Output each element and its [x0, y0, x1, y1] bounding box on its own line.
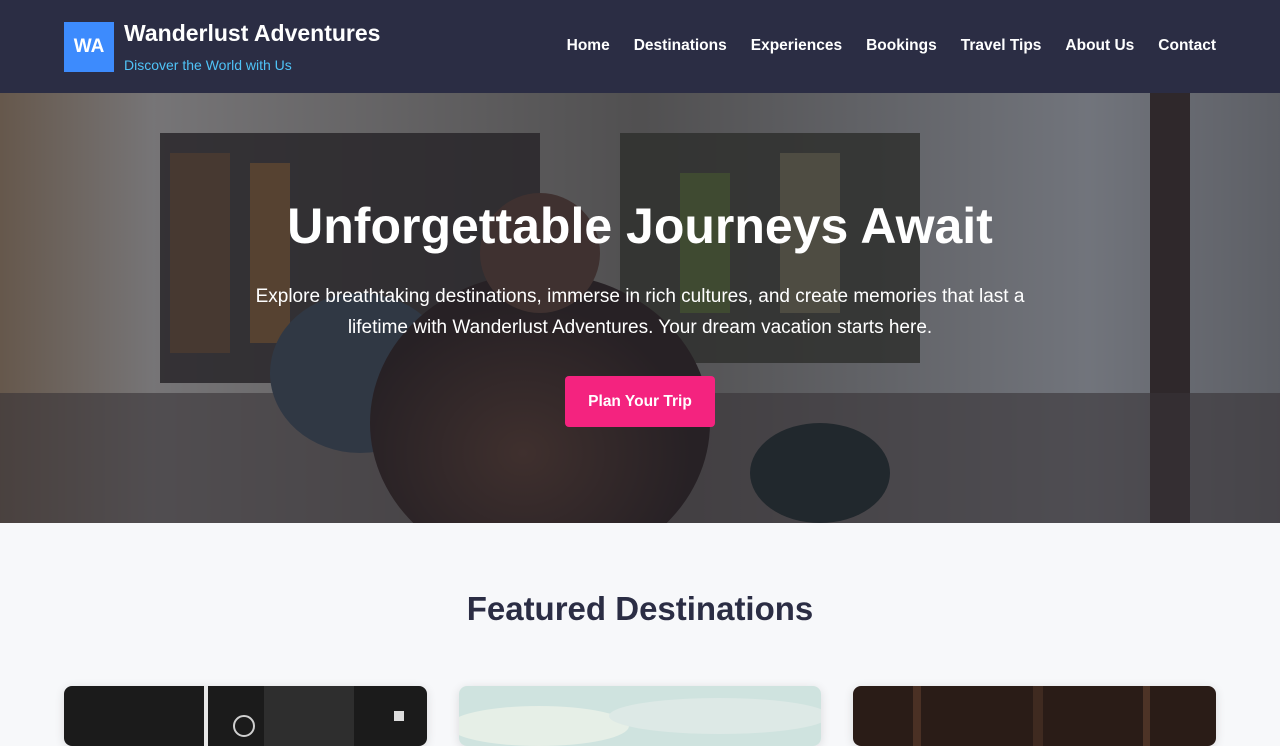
- featured-destinations-title: Featured Destinations: [466, 590, 814, 627]
- nav-destinations[interactable]: Destinations: [634, 37, 727, 55]
- nav-home[interactable]: Home: [567, 37, 610, 55]
- nav-travel-tips[interactable]: Travel Tips: [961, 37, 1042, 55]
- destination-card-1[interactable]: [64, 686, 427, 746]
- destination-card-3[interactable]: [853, 686, 1216, 746]
- main-nav: Home Destinations Experiences Bookings T…: [567, 37, 1216, 55]
- nav-about-us[interactable]: About Us: [1065, 37, 1134, 55]
- destination-card-2[interactable]: [459, 686, 821, 746]
- nav-experiences[interactable]: Experiences: [751, 37, 842, 55]
- plan-trip-button[interactable]: Plan Your Trip: [565, 376, 715, 427]
- sky-landscape-photo: [459, 686, 821, 746]
- brand-title[interactable]: Wanderlust Adventures: [124, 20, 380, 47]
- nav-contact[interactable]: Contact: [1158, 37, 1216, 55]
- hero-description: Explore breathtaking destinations, immer…: [255, 286, 1025, 338]
- nav-bookings[interactable]: Bookings: [866, 37, 937, 55]
- site-header: WA Wanderlust Adventures Discover the Wo…: [0, 0, 1280, 93]
- hero-title: Unforgettable Journeys Await: [287, 198, 993, 254]
- city-night-photo: [64, 686, 427, 746]
- brand-tagline: Discover the World with Us: [124, 57, 292, 73]
- forest-dusk-photo: [853, 686, 1216, 746]
- hero-section: Unforgettable Journeys Await Explore bre…: [0, 93, 1280, 523]
- logo-badge[interactable]: WA: [64, 22, 114, 72]
